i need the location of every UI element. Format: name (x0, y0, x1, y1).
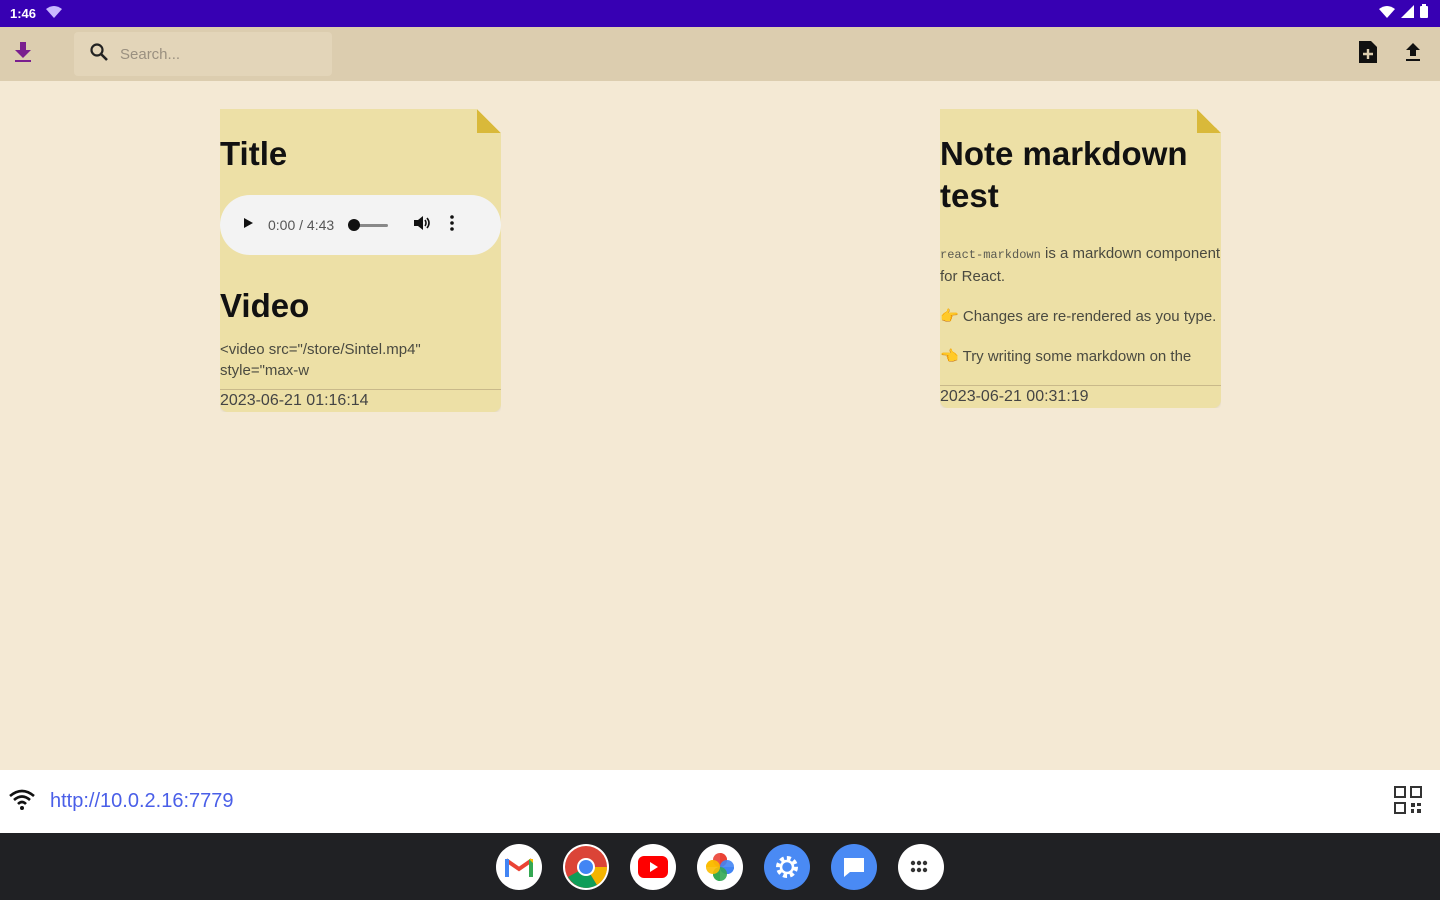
search-input[interactable] (118, 44, 312, 64)
note-timestamp: 2023-06-21 01:16:14 (220, 389, 501, 412)
audio-progress-slider[interactable] (348, 218, 389, 231)
note-title: Title (220, 135, 288, 172)
settings-app[interactable] (764, 843, 810, 890)
note-body: <video src="/store/Sintel.mp4" style="ma… (220, 341, 421, 379)
top-toolbar (0, 27, 1440, 81)
more-options-button[interactable] (450, 214, 454, 236)
new-note-icon (1359, 40, 1377, 68)
search-bar[interactable] (74, 32, 332, 76)
note-paragraph: 👉 Changes are re-rendered as you type. (940, 306, 1221, 327)
url-bar: http://10.0.2.16:7779 (0, 770, 1440, 833)
qr-code-button[interactable] (1394, 786, 1422, 819)
qr-code-icon (1394, 786, 1422, 814)
audio-time: 0:00 / 4:43 (268, 217, 335, 233)
battery-icon (1420, 4, 1428, 23)
note-text: Try writing some markdown on the (958, 348, 1192, 365)
note-card[interactable]: Title 0:00 / 4:43 Video <video src="/sto… (220, 109, 501, 412)
audio-progress-knob[interactable] (348, 218, 361, 231)
chrome-app[interactable] (563, 843, 609, 890)
gmail-app[interactable] (496, 843, 542, 890)
note-fold (477, 109, 501, 133)
note-paragraph: 👈 Try writing some markdown on the (940, 346, 1221, 367)
upload-icon (1405, 42, 1421, 66)
audio-player[interactable]: 0:00 / 4:43 (220, 195, 501, 255)
note-heading: Video (220, 287, 310, 324)
youtube-icon (638, 855, 668, 878)
upload-button[interactable] (1391, 27, 1435, 81)
photos-app[interactable] (697, 843, 743, 890)
note-timestamp: 2023-06-21 00:31:19 (940, 385, 1221, 408)
gmail-icon (504, 857, 534, 877)
status-bar: 1:46 (0, 0, 1440, 27)
app-drawer-icon (910, 860, 928, 872)
signal-icon (1401, 4, 1414, 23)
server-url-link[interactable]: http://10.0.2.16:7779 (50, 790, 234, 813)
note-text: Changes are re-rendered as you type. (958, 308, 1217, 325)
chrome-icon (565, 845, 608, 888)
messages-icon (844, 857, 864, 877)
search-icon (90, 42, 108, 66)
wifi-icon (8, 788, 36, 815)
volume-button[interactable] (414, 215, 432, 236)
status-time: 1:46 (10, 6, 37, 21)
note-fold (1197, 109, 1221, 133)
play-button[interactable] (242, 216, 254, 234)
app-drawer-button[interactable] (898, 843, 944, 890)
note-title: Note markdown test (940, 135, 1188, 214)
download-icon (14, 41, 32, 67)
note-paragraph: react-markdown is a markdown component f… (940, 243, 1221, 287)
settings-icon (776, 855, 798, 878)
pointing-right-emoji: 👉 (940, 308, 959, 325)
app-dock (0, 833, 1440, 900)
wifi-status-icon (46, 6, 63, 21)
new-note-button[interactable] (1346, 27, 1390, 81)
youtube-app[interactable] (630, 843, 676, 890)
pointing-left-emoji: 👈 (940, 348, 959, 365)
wifi-icon (1379, 5, 1395, 23)
messages-app[interactable] (831, 843, 877, 890)
download-button[interactable] (1, 27, 45, 81)
photos-icon (706, 852, 734, 881)
note-card[interactable]: Note markdown test react-markdown is a m… (940, 109, 1221, 408)
inline-code: react-markdown (940, 248, 1041, 262)
